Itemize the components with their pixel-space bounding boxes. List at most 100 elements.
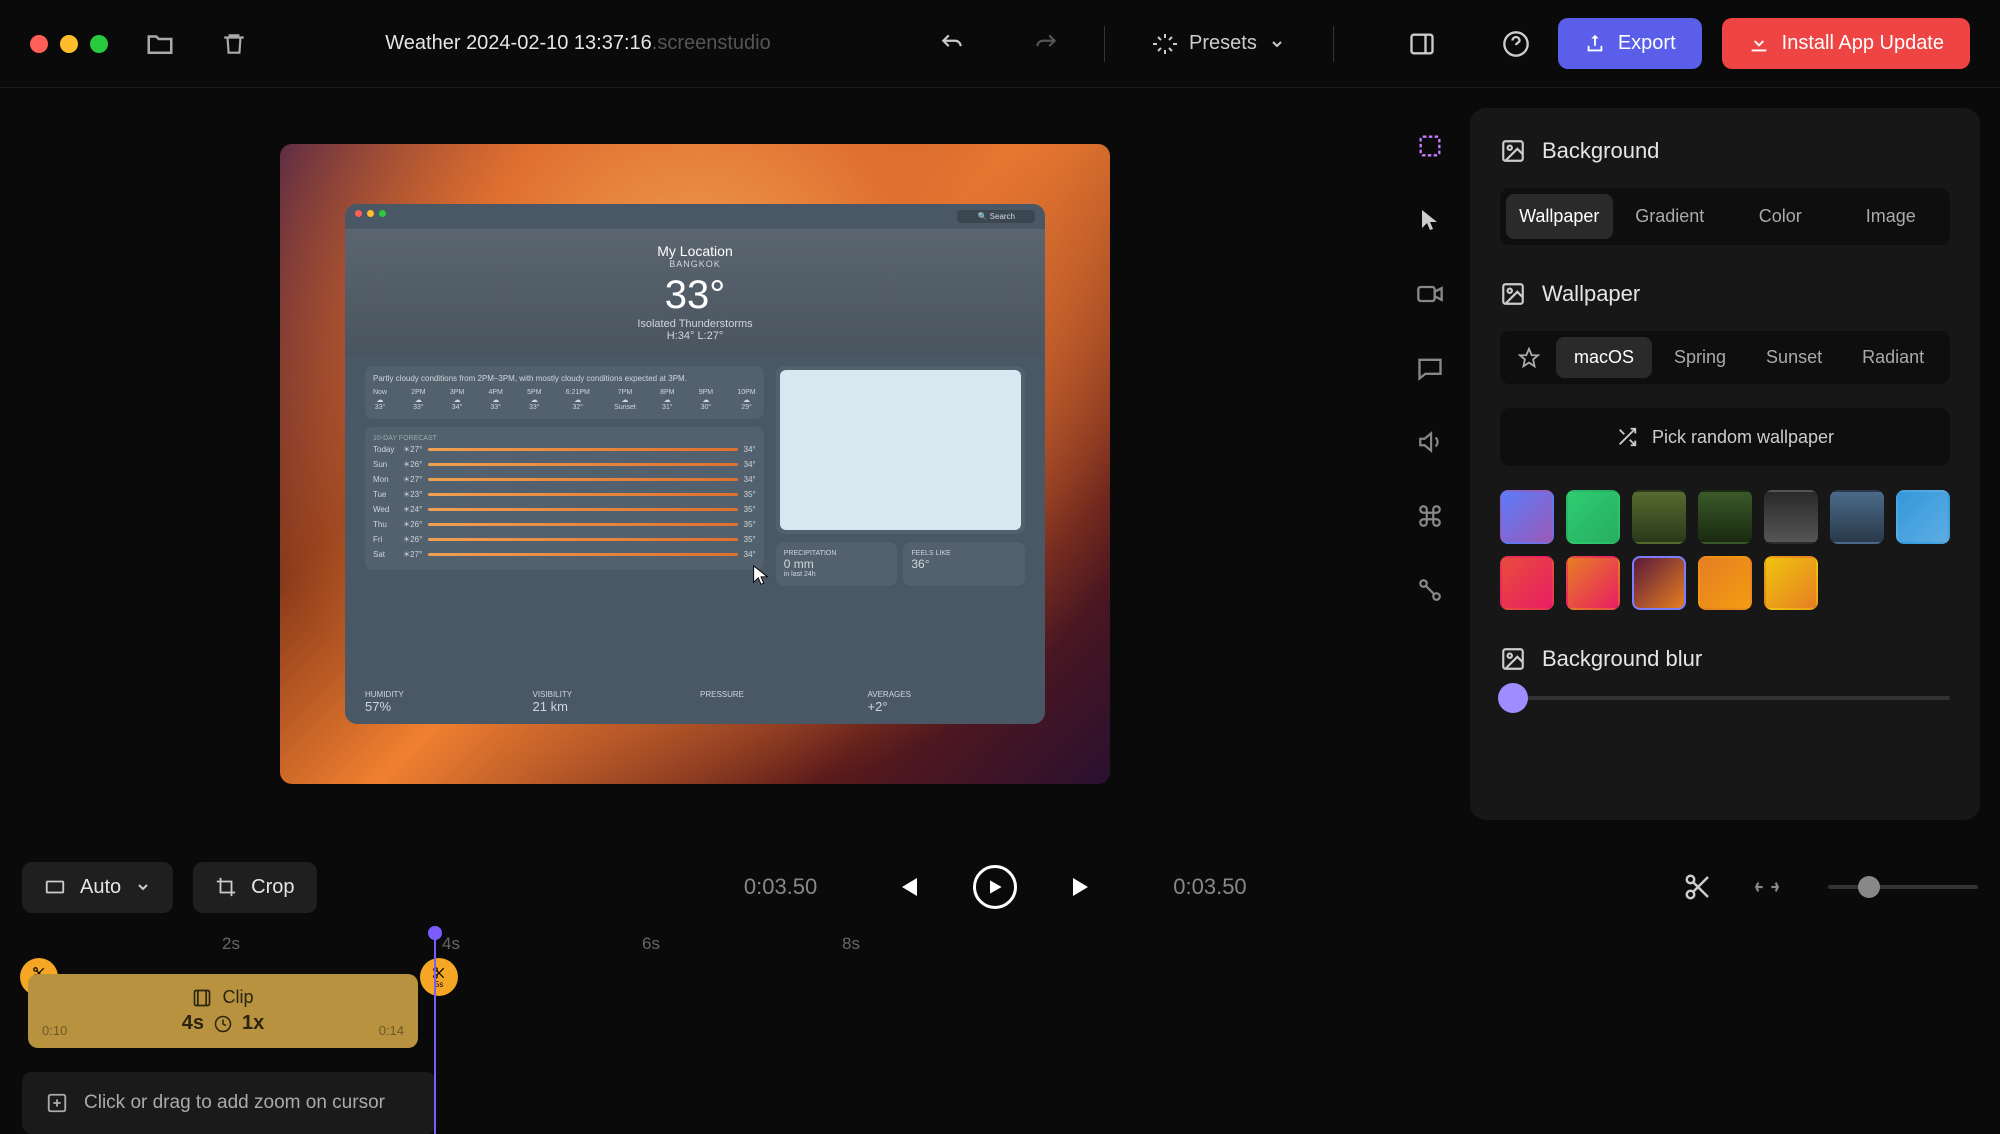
wallpaper-thumb-4[interactable]: [1764, 490, 1818, 544]
timeline[interactable]: 10s 5s 2s4s6s8s Clip 4s 1x 0:10 0:: [22, 934, 1978, 1114]
blur-slider[interactable]: [1500, 696, 1950, 700]
blur-section-title: Background blur: [1500, 646, 1950, 672]
skip-back-button[interactable]: [887, 869, 923, 905]
crop-label: Crop: [251, 876, 294, 899]
wallpaper-thumb-8[interactable]: [1566, 556, 1620, 610]
preview-frame[interactable]: 🔍 Search My Location BANGKOK 33° Isolate…: [280, 144, 1110, 784]
project-title: Weather 2024-02-10 13:37:16.screenstudio: [256, 32, 900, 55]
blur-label: Background blur: [1542, 646, 1702, 672]
maximize-window-button[interactable]: [90, 35, 108, 53]
clip-end: 0:14: [379, 1023, 404, 1038]
star-icon: [1518, 347, 1540, 369]
cut-button[interactable]: [1674, 863, 1722, 911]
category-sunset[interactable]: Sunset: [1748, 337, 1840, 378]
top-toolbar: Weather 2024-02-10 13:37:16.screenstudio…: [0, 0, 2000, 88]
category-spring[interactable]: Spring: [1656, 337, 1744, 378]
clip-block[interactable]: Clip 4s 1x 0:10 0:14: [28, 974, 418, 1048]
minimize-window-button[interactable]: [60, 35, 78, 53]
skip-forward-button[interactable]: [1067, 869, 1103, 905]
category-macos[interactable]: macOS: [1556, 337, 1652, 378]
folder-icon[interactable]: [138, 22, 182, 66]
wallpaper-categories: macOSSpringSunsetRadiant: [1500, 331, 1950, 384]
city-label: BANGKOK: [365, 259, 1025, 269]
side-toolbar: [1390, 88, 1470, 840]
hilo-label: H:34° L:27°: [365, 330, 1025, 342]
time-tick: 8s: [842, 934, 860, 954]
presets-button[interactable]: Presets: [1141, 32, 1297, 56]
undo-button[interactable]: [930, 22, 974, 66]
condition-label: Isolated Thunderstorms: [365, 318, 1025, 330]
selection-tool[interactable]: [1412, 128, 1448, 164]
export-button[interactable]: Export: [1558, 18, 1702, 69]
play-icon: [985, 877, 1005, 897]
auto-label: Auto: [80, 876, 121, 899]
bottom-panel: Auto Crop 0:03.50 0:03.50 10s 5s 2s4s6s8…: [0, 840, 2000, 1120]
divider: [1333, 26, 1334, 62]
zoom-thumb[interactable]: [1858, 876, 1880, 898]
wallpaper-thumb-7[interactable]: [1500, 556, 1554, 610]
chat-tool[interactable]: [1412, 350, 1448, 386]
time-tick: 2s: [222, 934, 240, 954]
crop-icon: [215, 876, 237, 898]
layout-toggle-button[interactable]: [1400, 22, 1444, 66]
wallpaper-thumb-0[interactable]: [1500, 490, 1554, 544]
blur-slider-thumb[interactable]: [1498, 683, 1528, 713]
aspect-auto-button[interactable]: Auto: [22, 862, 173, 913]
title-suffix: .screenstudio: [652, 32, 771, 54]
clip-track: Clip 4s 1x 0:10 0:14: [22, 974, 1978, 1048]
redo-button[interactable]: [1024, 22, 1068, 66]
current-time-label: 0:03.50: [744, 874, 817, 900]
shortcut-tool[interactable]: [1412, 498, 1448, 534]
zoom-hint: Click or drag to add zoom on cursor: [84, 1092, 385, 1114]
camera-tool[interactable]: [1412, 276, 1448, 312]
location-label: My Location: [365, 243, 1025, 259]
background-section-title: Background: [1500, 138, 1950, 164]
crop-button[interactable]: Crop: [193, 862, 316, 913]
clip-label: Clip: [222, 987, 253, 1008]
category-radiant[interactable]: Radiant: [1844, 337, 1942, 378]
main-area: 🔍 Search My Location BANGKOK 33° Isolate…: [0, 88, 2000, 840]
favorites-button[interactable]: [1506, 339, 1552, 377]
connector-tool[interactable]: [1412, 572, 1448, 608]
random-wallpaper-button[interactable]: Pick random wallpaper: [1500, 408, 1950, 466]
play-controls: [887, 865, 1103, 909]
zoom-track[interactable]: Click or drag to add zoom on cursor: [22, 1072, 436, 1134]
toolbar-right: Presets Export Install App Update: [900, 18, 1970, 69]
weather-header: My Location BANGKOK 33° Isolated Thunder…: [345, 229, 1045, 356]
window-controls: [30, 35, 108, 53]
bg-tab-wallpaper[interactable]: Wallpaper: [1506, 194, 1613, 239]
playback-bar: Auto Crop 0:03.50 0:03.50: [22, 858, 1978, 916]
wallpaper-thumb-2[interactable]: [1632, 490, 1686, 544]
fit-button[interactable]: [1754, 874, 1780, 900]
wallpaper-thumb-3[interactable]: [1698, 490, 1752, 544]
background-type-tabs: WallpaperGradientColorImage: [1500, 188, 1950, 245]
shuffle-icon: [1616, 426, 1638, 448]
export-icon: [1584, 33, 1606, 55]
help-button[interactable]: [1494, 22, 1538, 66]
image-icon: [1500, 281, 1526, 307]
wallpaper-thumb-5[interactable]: [1830, 490, 1884, 544]
precipitation-map: [780, 370, 1021, 530]
wallpaper-thumb-9[interactable]: [1632, 556, 1686, 610]
bg-tab-image[interactable]: Image: [1838, 194, 1945, 239]
wallpaper-thumb-1[interactable]: [1566, 490, 1620, 544]
scissors-icon: [1683, 872, 1713, 902]
cursor-tool[interactable]: [1412, 202, 1448, 238]
bg-tab-gradient[interactable]: Gradient: [1617, 194, 1724, 239]
preview-pane: 🔍 Search My Location BANGKOK 33° Isolate…: [0, 88, 1390, 840]
chevron-down-icon: [1269, 36, 1285, 52]
bg-tab-color[interactable]: Color: [1727, 194, 1834, 239]
audio-tool[interactable]: [1412, 424, 1448, 460]
export-label: Export: [1618, 32, 1676, 55]
play-button[interactable]: [973, 865, 1017, 909]
close-window-button[interactable]: [30, 35, 48, 53]
install-update-button[interactable]: Install App Update: [1722, 18, 1970, 69]
timeline-zoom-slider[interactable]: [1828, 885, 1978, 889]
clip-start: 0:10: [42, 1023, 67, 1038]
chevron-down-icon: [135, 879, 151, 895]
time-tick: 4s: [442, 934, 460, 954]
wallpaper-thumb-11[interactable]: [1764, 556, 1818, 610]
wallpaper-thumb-10[interactable]: [1698, 556, 1752, 610]
wallpaper-thumb-6[interactable]: [1896, 490, 1950, 544]
trash-icon[interactable]: [212, 22, 256, 66]
